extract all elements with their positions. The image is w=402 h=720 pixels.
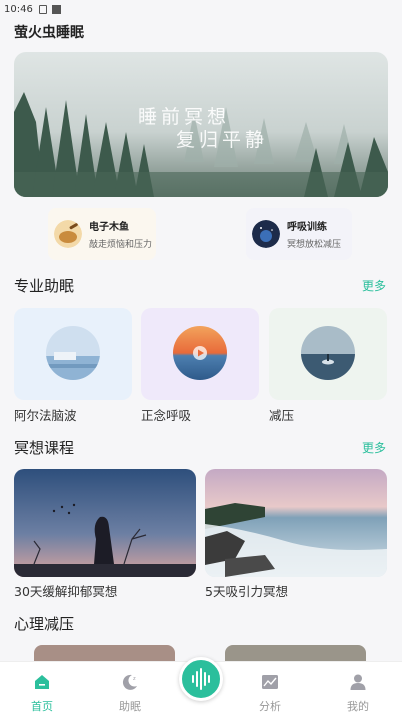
wooden-fish-subtitle: 敲走烦恼和压力 [89, 240, 153, 250]
svg-text:z: z [133, 676, 136, 682]
pro-item-mindful-card[interactable] [141, 308, 259, 400]
pro-sleep-more-link[interactable]: 更多 [362, 277, 386, 294]
course-depression-label: 30天缓解抑郁冥想 [14, 584, 118, 599]
breath-icon [252, 220, 280, 248]
course-card-depression[interactable] [14, 469, 196, 577]
tab-home-label: 首页 [31, 700, 53, 713]
tab-sleep[interactable]: z 助眠 [100, 662, 160, 720]
psychology-section-title: 心理减压 [14, 615, 75, 633]
play-sound-button[interactable] [179, 657, 223, 701]
home-icon [35, 675, 49, 689]
wooden-fish-title: 电子木鱼 [89, 222, 129, 233]
app-title: 萤火虫睡眠 [14, 25, 84, 41]
meditation-section-title: 冥想课程 [14, 439, 75, 457]
hero-banner[interactable]: 睡前冥想 复归平静 [14, 52, 388, 197]
pro-item-alpha-label: 阿尔法脑波 [14, 408, 77, 423]
status-time: 10:46 [4, 3, 33, 15]
moon-icon: z [122, 674, 137, 690]
profile-icon [350, 674, 366, 690]
wooden-fish-icon [54, 220, 82, 248]
seashore-image [205, 469, 387, 577]
tab-profile[interactable]: 我的 [328, 662, 388, 720]
breath-training-title: 呼吸训练 [287, 222, 327, 233]
mindful-breath-image [173, 326, 227, 380]
pro-item-relief-card[interactable] [269, 308, 387, 400]
status-bar: 10:46 [0, 0, 402, 18]
tab-home[interactable]: 首页 [12, 662, 72, 720]
chart-icon [262, 675, 278, 689]
breath-training-entry[interactable]: 呼吸训练 冥想放松减压 [246, 208, 352, 260]
pro-sleep-section-title: 专业助眠 [14, 277, 75, 295]
tab-sleep-label: 助眠 [119, 700, 141, 713]
pro-item-relief-label: 减压 [269, 408, 295, 423]
course-card-attraction[interactable] [205, 469, 387, 577]
pro-item-alpha-card[interactable] [14, 308, 132, 400]
alpha-wave-image [46, 326, 100, 380]
meditation-more-link[interactable]: 更多 [362, 439, 386, 456]
notification-icon [38, 4, 47, 14]
dusk-silhouette-image [14, 469, 196, 577]
stress-relief-image [301, 326, 355, 380]
status-square-icon [51, 4, 61, 14]
breath-training-subtitle: 冥想放松减压 [287, 240, 342, 250]
tab-analysis-label: 分析 [259, 700, 281, 713]
course-attraction-label: 5天吸引力冥想 [205, 584, 288, 599]
pro-item-mindful-label: 正念呼吸 [141, 408, 192, 423]
tab-profile-label: 我的 [347, 700, 369, 713]
hero-subtitle: 复归平静 [176, 129, 269, 151]
tab-analysis[interactable]: 分析 [240, 662, 300, 720]
sound-wave-icon [192, 668, 210, 690]
wooden-fish-entry[interactable]: 电子木鱼 敲走烦恼和压力 [48, 208, 156, 260]
